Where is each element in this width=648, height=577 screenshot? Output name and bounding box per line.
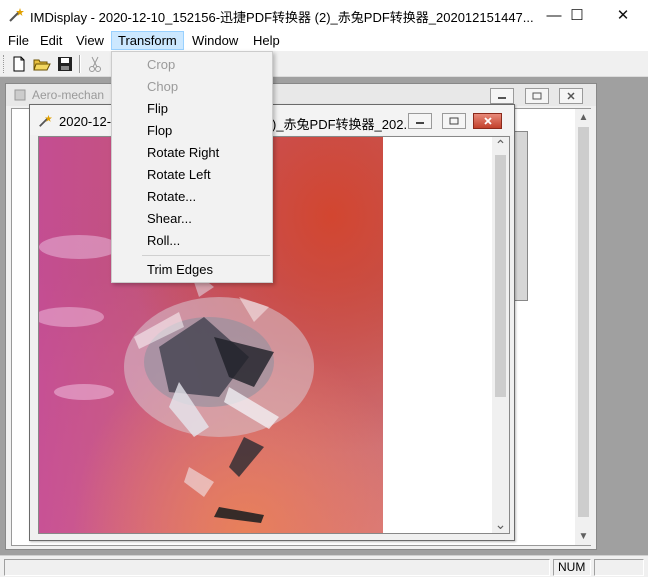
background-restore-button[interactable]: [525, 88, 549, 104]
menu-window[interactable]: Window: [186, 31, 244, 50]
image-window-client: ⌃ ⌄: [38, 136, 510, 534]
menubar: File Edit View Transform Window Help: [0, 30, 648, 51]
image-minimize-button[interactable]: [408, 113, 432, 129]
image-scroll-down-icon[interactable]: ⌄: [492, 516, 509, 533]
menu-item-chop[interactable]: Chop: [147, 78, 178, 96]
background-scroll-up-icon[interactable]: ▲: [575, 109, 592, 126]
background-window-title: Aero-mechan: [32, 88, 105, 102]
image-restore-button[interactable]: [442, 113, 466, 129]
background-window-titlebar[interactable]: Aero-mechan: [6, 84, 596, 106]
menu-item-flip[interactable]: Flip: [147, 100, 168, 118]
menu-item-rotate[interactable]: Rotate...: [147, 188, 196, 206]
menu-edit[interactable]: Edit: [34, 31, 68, 50]
background-window-icon: [14, 89, 26, 101]
statusbar: NUM: [0, 555, 648, 577]
image-window-wand-icon: [39, 114, 52, 127]
num-lock-indicator: NUM: [553, 559, 591, 576]
image-scroll-thumb[interactable]: [495, 155, 506, 397]
background-scroll-thumb[interactable]: [578, 127, 589, 517]
save-disk-icon[interactable]: [56, 55, 74, 73]
app-wand-icon: [9, 8, 24, 22]
menu-transform[interactable]: Transform: [111, 31, 184, 50]
menu-item-trim-edges[interactable]: Trim Edges: [147, 261, 213, 279]
app-title: IMDisplay - 2020-12-10_152156-迅捷PDF转换器 (…: [30, 10, 534, 25]
image-window-title-right: )_赤兔PDF转换器_202...: [272, 117, 415, 132]
open-folder-icon[interactable]: [33, 55, 51, 73]
toolbar: [0, 51, 648, 77]
background-minimize-button[interactable]: [490, 88, 514, 104]
status-message-panel: [4, 559, 550, 576]
image-scroll-up-icon[interactable]: ⌃: [492, 137, 509, 154]
toolbar-separator: [79, 55, 81, 73]
image-window-title-left: 2020-12-: [59, 114, 112, 129]
menu-item-rotate-left[interactable]: Rotate Left: [147, 166, 211, 184]
menu-file[interactable]: File: [2, 31, 35, 50]
menu-item-flop[interactable]: Flop: [147, 122, 172, 140]
maximize-button[interactable]: ☐: [554, 0, 600, 30]
app-titlebar[interactable]: IMDisplay - 2020-12-10_152156-迅捷PDF转换器 (…: [0, 0, 648, 30]
image-close-button[interactable]: [473, 113, 502, 129]
cut-scissors-icon[interactable]: [86, 55, 104, 73]
close-button[interactable]: ✕: [600, 0, 646, 30]
menu-view[interactable]: View: [70, 31, 110, 50]
menu-item-shear[interactable]: Shear...: [147, 210, 192, 228]
new-file-icon[interactable]: [10, 55, 28, 73]
background-scroll-down-icon[interactable]: ▼: [575, 528, 592, 545]
status-extra-panel: [594, 559, 644, 576]
background-close-button[interactable]: [559, 88, 583, 104]
menu-item-rotate-right[interactable]: Rotate Right: [147, 144, 219, 162]
background-vertical-scrollbar[interactable]: ▲ ▼: [575, 109, 592, 545]
transform-dropdown-menu: Crop Chop Flip Flop Rotate Right Rotate …: [111, 51, 273, 283]
toolbar-grip[interactable]: [3, 55, 6, 73]
menu-item-crop[interactable]: Crop: [147, 56, 175, 74]
menu-item-roll[interactable]: Roll...: [147, 232, 180, 250]
menu-help[interactable]: Help: [247, 31, 286, 50]
image-vertical-scrollbar[interactable]: ⌃ ⌄: [492, 137, 509, 533]
menu-separator: [142, 255, 270, 256]
